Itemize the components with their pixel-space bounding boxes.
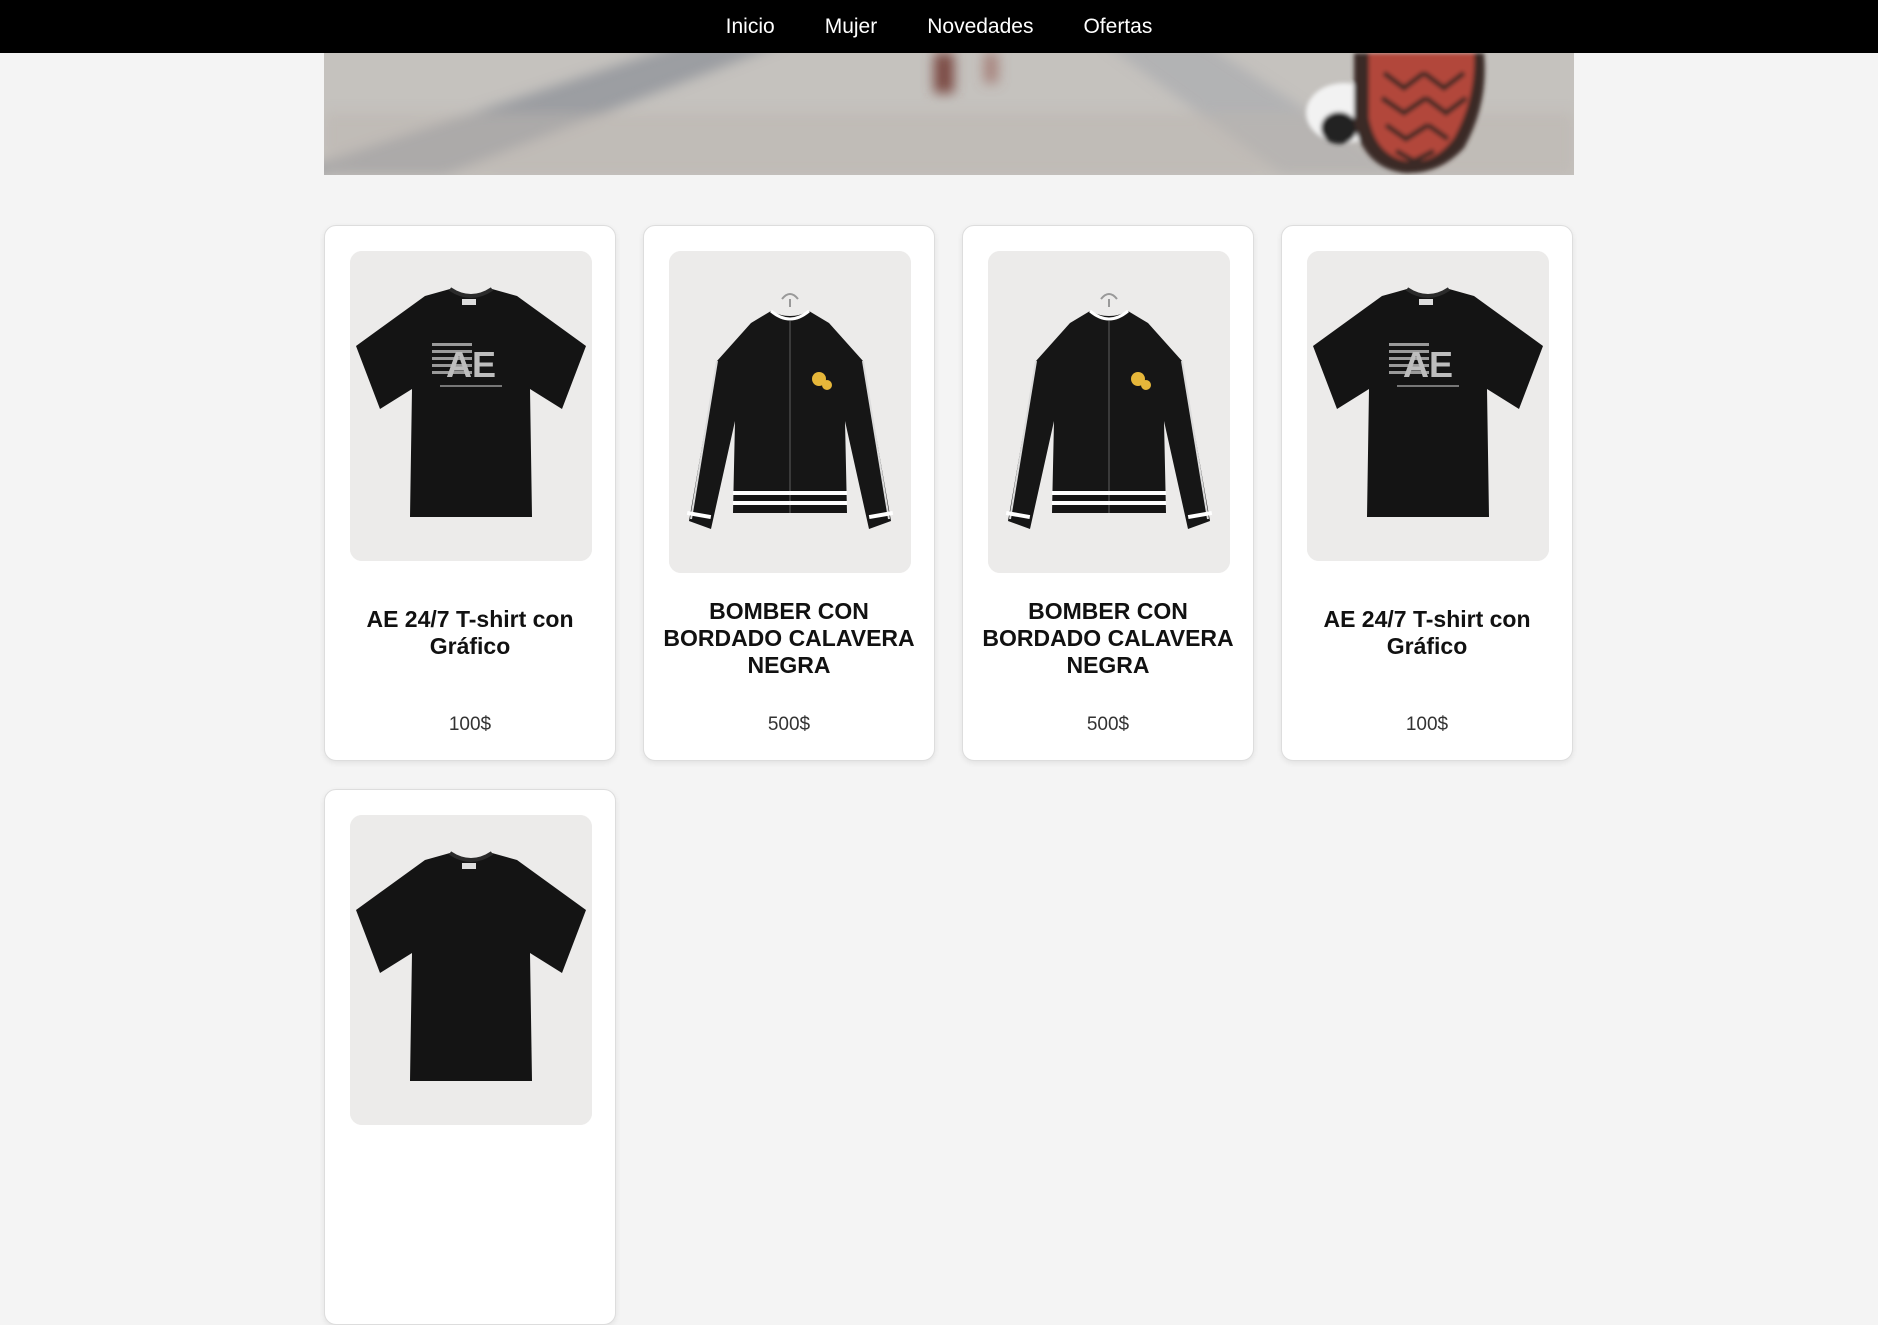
- nav-link-mujer[interactable]: Mujer: [825, 15, 878, 39]
- bomber-jacket-image[interactable]: [988, 251, 1230, 573]
- product-price: 500$: [767, 714, 811, 735]
- product-title[interactable]: AE 24/7 T-shirt con Gráfico: [335, 606, 605, 660]
- hero-banner-image: [324, 53, 1574, 175]
- top-navigation: Inicio Mujer Novedades Ofertas: [0, 0, 1878, 53]
- bomber-jacket-image[interactable]: [669, 251, 911, 573]
- product-title[interactable]: BOMBER CON BORDADO CALAVERA NEGRA: [654, 598, 924, 679]
- product-card[interactable]: [324, 789, 616, 1325]
- nav-link-ofertas[interactable]: Ofertas: [1083, 15, 1152, 39]
- product-title[interactable]: AE 24/7 T-shirt con Gráfico: [1292, 606, 1562, 660]
- tshirt-image[interactable]: AE: [350, 251, 592, 561]
- tshirt-image[interactable]: [350, 815, 592, 1125]
- product-price: 500$: [1086, 714, 1130, 735]
- svg-text:AE: AE: [1403, 344, 1453, 385]
- product-title[interactable]: BOMBER CON BORDADO CALAVERA NEGRA: [973, 598, 1243, 679]
- product-card[interactable]: AE AE 24/7 T-shirt con Gráfico 100$: [324, 225, 616, 761]
- product-price: 100$: [1405, 714, 1449, 735]
- nav-link-inicio[interactable]: Inicio: [726, 15, 775, 39]
- tshirt-image[interactable]: AE: [1307, 251, 1549, 561]
- product-card[interactable]: BOMBER CON BORDADO CALAVERA NEGRA 500$: [643, 225, 935, 761]
- nav-link-novedades[interactable]: Novedades: [927, 15, 1033, 39]
- product-price: 100$: [448, 714, 492, 735]
- svg-text:AE: AE: [446, 344, 496, 385]
- product-card[interactable]: BOMBER CON BORDADO CALAVERA NEGRA 500$: [962, 225, 1254, 761]
- product-card[interactable]: AE AE 24/7 T-shirt con Gráfico 100$: [1281, 225, 1573, 761]
